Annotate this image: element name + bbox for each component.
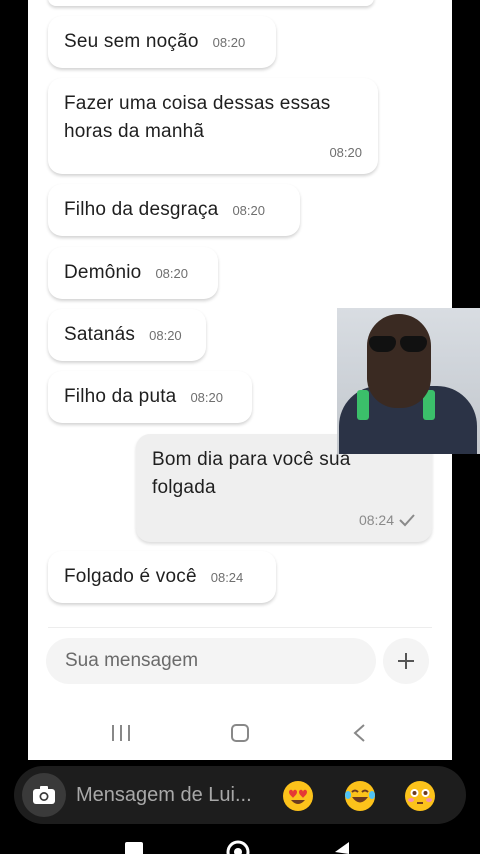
recent-apps-icon	[112, 725, 130, 741]
shirt-strap	[357, 390, 369, 420]
home-circle-icon[interactable]	[226, 838, 250, 854]
video-overlay	[337, 308, 480, 454]
back-triangle-icon[interactable]	[332, 840, 350, 854]
message-text: Filho da desgraça	[64, 199, 219, 220]
person-head	[367, 314, 431, 408]
message-text: Demônio	[64, 262, 142, 283]
message-input-placeholder: Sua mensagem	[65, 650, 199, 671]
recent-apps-button[interactable]	[106, 718, 136, 748]
message-input[interactable]: Sua mensagem	[46, 638, 376, 684]
message-time: 08:24	[210, 569, 244, 585]
home-button[interactable]	[225, 718, 255, 748]
sunglasses-icon	[369, 336, 427, 352]
message-time: 08:24	[359, 512, 416, 528]
message-time: 08:20	[149, 327, 182, 343]
message-text: Bom dia para você sua folgada	[152, 449, 351, 498]
message-text: Fazer uma coisa dessas essas horas da ma…	[64, 93, 331, 142]
message-time: 08:20	[190, 389, 223, 405]
add-attachment-button[interactable]	[383, 638, 429, 684]
system-nav-bar	[28, 706, 452, 760]
flushed-emoji-icon[interactable]	[404, 780, 436, 812]
check-icon	[399, 514, 415, 527]
message-bubble[interactable]: Demônio 08:20	[48, 247, 218, 299]
message-text: Seu sem noção	[64, 31, 199, 52]
message-time: 08:20	[329, 145, 362, 160]
message-time: 08:20	[212, 34, 246, 50]
camera-button[interactable]	[22, 773, 66, 817]
message-bubble[interactable]: Fazer uma coisa dessas essas horas da ma…	[48, 78, 378, 174]
message-bubble[interactable]: Filho da desgraça 08:20	[48, 184, 300, 236]
message-text: Filho da puta	[64, 386, 177, 407]
divider	[48, 627, 432, 628]
reply-input-placeholder[interactable]: Mensagem de Lui...	[76, 784, 252, 807]
instagram-reply-bar[interactable]: Mensagem de Lui...	[14, 766, 466, 824]
home-icon	[231, 724, 249, 742]
message-bubble-partial	[48, 0, 374, 6]
recents-icon[interactable]	[125, 842, 143, 854]
message-bubble[interactable]: Seu sem noção 08:20	[48, 16, 276, 68]
back-icon	[353, 724, 365, 742]
message-bubble[interactable]: Filho da puta 08:20	[48, 371, 252, 423]
message-text: Satanás	[64, 324, 136, 345]
message-bubble[interactable]: Satanás 08:20	[48, 309, 206, 361]
message-bubble[interactable]: Folgado é você 08:24	[48, 551, 276, 603]
camera-icon	[33, 786, 55, 804]
message-time: 08:20	[232, 202, 265, 218]
laughing-tears-emoji-icon[interactable]	[344, 780, 376, 812]
message-time: 08:20	[155, 265, 188, 281]
heart-eyes-emoji-icon[interactable]	[282, 780, 314, 812]
plus-icon	[398, 653, 414, 669]
back-button[interactable]	[344, 718, 374, 748]
message-text: Folgado é você	[64, 566, 197, 587]
android-nav-bar	[0, 830, 480, 854]
